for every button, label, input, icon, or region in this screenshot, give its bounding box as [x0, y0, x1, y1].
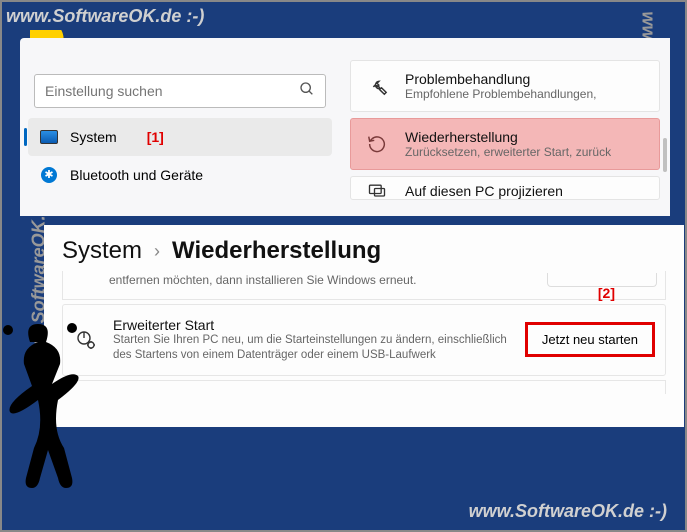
- breadcrumb-parent[interactable]: System: [62, 237, 142, 265]
- sidebar-item-label: Bluetooth und Geräte: [70, 167, 203, 183]
- silhouette-decoration: [0, 322, 90, 502]
- advanced-startup-desc: Starten Sie Ihren PC neu, um die Startei…: [113, 333, 511, 363]
- breadcrumb: System › Wiederherstellung: [62, 237, 666, 265]
- scrollbar-thumb[interactable]: [663, 138, 667, 172]
- watermark-top: www.SoftwareOK.de :-): [6, 6, 204, 27]
- tile-project[interactable]: Auf diesen PC projizieren: [350, 176, 660, 200]
- wrench-icon: [363, 72, 391, 100]
- settings-panel-top: System [1] ✱ Bluetooth und Geräte Proble…: [20, 38, 670, 216]
- reset-pc-row-fragment: entfernen möchten, dann installieren Sie…: [62, 271, 666, 300]
- breadcrumb-current: Wiederherstellung: [172, 237, 381, 265]
- search-input[interactable]: [45, 83, 299, 99]
- tile-text: Wiederherstellung Zurücksetzen, erweiter…: [405, 129, 611, 159]
- recovery-icon: [363, 130, 391, 158]
- monitor-icon: [40, 128, 58, 146]
- sidebar-item-label: System: [70, 129, 117, 145]
- tile-text: Problembehandlung Empfohlene Problembeha…: [405, 71, 596, 101]
- bluetooth-icon: ✱: [40, 166, 58, 184]
- tile-title: Auf diesen PC projizieren: [405, 183, 563, 199]
- tile-title: Problembehandlung: [405, 71, 596, 87]
- settings-content: Problembehandlung Empfohlene Problembeha…: [340, 38, 670, 216]
- tile-subtitle: Zurücksetzen, erweiterter Start, zurück: [405, 145, 611, 159]
- watermark-bottom: www.SoftwareOK.de :-): [469, 501, 667, 522]
- restart-now-button[interactable]: Jetzt neu starten: [525, 322, 655, 357]
- tile-text: Auf diesen PC projizieren: [405, 183, 563, 199]
- settings-sidebar: System [1] ✱ Bluetooth und Geräte: [20, 38, 340, 216]
- advanced-startup-title: Erweiterter Start: [113, 317, 511, 333]
- sidebar-item-system[interactable]: System [1]: [28, 118, 332, 156]
- tile-title: Wiederherstellung: [405, 129, 611, 145]
- recovery-detail-panel: System › Wiederherstellung entfernen möc…: [44, 225, 684, 427]
- project-icon: [363, 177, 391, 200]
- tile-recovery[interactable]: Wiederherstellung Zurücksetzen, erweiter…: [350, 118, 660, 170]
- advanced-startup-row: Erweiterter Start Starten Sie Ihren PC n…: [62, 304, 666, 376]
- tile-troubleshoot[interactable]: Problembehandlung Empfohlene Problembeha…: [350, 60, 660, 112]
- row-body: Erweiterter Start Starten Sie Ihren PC n…: [113, 317, 511, 363]
- tile-subtitle: Empfohlene Problembehandlungen,: [405, 87, 596, 101]
- search-box[interactable]: [34, 74, 326, 108]
- search-icon: [299, 81, 315, 102]
- chevron-right-icon: ›: [154, 241, 160, 262]
- reset-desc-fragment: entfernen möchten, dann installieren Sie…: [63, 273, 531, 287]
- sidebar-item-bluetooth[interactable]: ✱ Bluetooth und Geräte: [28, 156, 332, 194]
- nav-list: System [1] ✱ Bluetooth und Geräte: [20, 118, 340, 194]
- row-fragment-bottom: [62, 380, 666, 394]
- annotation-marker-2: [2]: [598, 285, 615, 301]
- annotation-marker-1: [1]: [147, 129, 164, 145]
